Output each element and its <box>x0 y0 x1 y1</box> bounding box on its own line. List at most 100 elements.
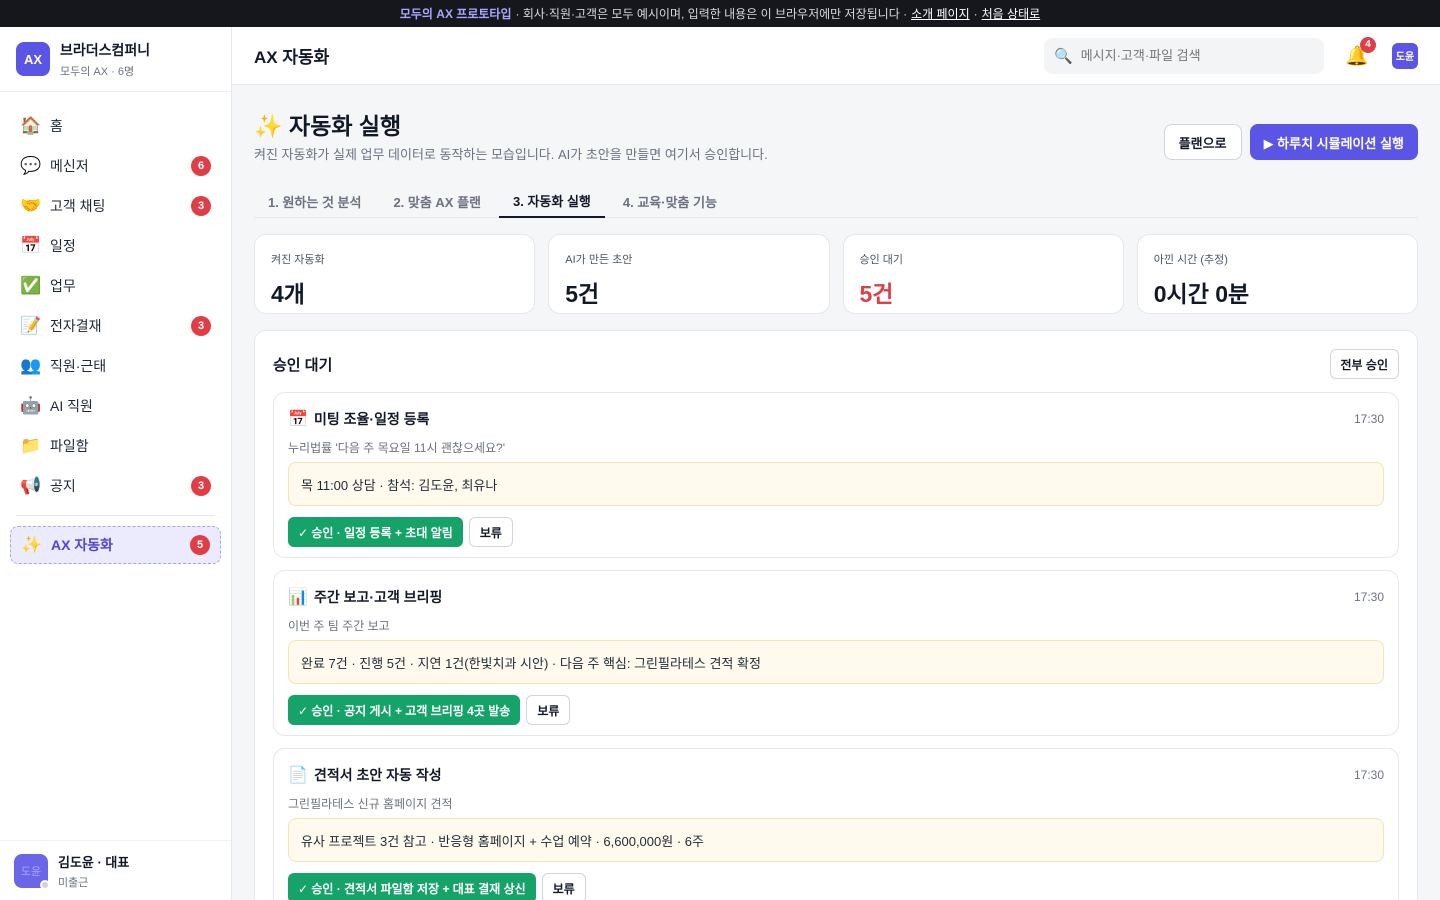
company-name: 브라더스컴퍼니 <box>60 41 151 58</box>
ai-draft: 목 11:00 상담 · 참석: 김도윤, 최유나 <box>288 462 1384 506</box>
profile-avatar[interactable]: 도윤 <box>1392 42 1418 69</box>
hold-button[interactable]: 보류 <box>541 873 586 900</box>
stat-card: 승인 대기 5건 <box>842 234 1124 314</box>
count-badge: 5 <box>190 535 210 555</box>
approve-all-button[interactable]: 전부 승인 <box>1329 349 1399 379</box>
approval-panel: 승인 대기 전부 승인 📅 미팅 조율·일정 등록 17:30 누리법률 '다음 주 … <box>254 330 1418 900</box>
top-bar: AX 자동화 🔍 🔔 4 도윤 <box>232 27 1440 85</box>
stat-card: AI가 만든 초안 5건 <box>548 234 830 314</box>
card-time: 17:30 <box>1353 412 1384 426</box>
sparkles-icon: ✨ <box>21 535 43 554</box>
card-header: 📊 주간 보고·고객 브리핑 17:30 <box>288 587 1384 607</box>
step-tab[interactable]: 4. 교육·맞춤 기능 <box>609 185 731 218</box>
memo-icon: 📝 <box>20 316 42 335</box>
speech-bubble-icon: 💬 <box>20 156 42 175</box>
avatar: 도윤 <box>14 853 50 890</box>
sidebar-item-label: AX 자동화 <box>51 537 113 553</box>
card-actions: ✓ 승인 · 일정 등록 + 초대 알림 보류 <box>288 517 1384 547</box>
card-title: 미팅 조율·일정 등록 <box>314 411 430 427</box>
banner-text: · 회사·직원·고객은 모두 예시이며, 입력한 내용은 이 브라우저에만 저장… <box>515 7 908 21</box>
avatar-initials: 도윤 <box>20 865 42 878</box>
banner-separator: · <box>973 6 978 21</box>
stat-label: 켜진 자동화 <box>271 254 325 266</box>
stat-label: AI가 만든 초안 <box>565 254 633 266</box>
approval-card: 📄 견적서 초안 자동 작성 17:30 그린필라테스 신규 홈페이지 견적 유사 프로… <box>273 748 1399 900</box>
card-source: 누리법률 '다음 주 목요일 11시 괜찮으세요?' <box>288 441 506 455</box>
ai-draft: 유사 프로젝트 3건 참고 · 반응형 홈페이지 + 수업 예약 · 6,600… <box>288 818 1384 862</box>
calendar-icon: 📅 <box>288 411 308 428</box>
sidebar-item[interactable]: ✅ 업무 <box>10 266 221 306</box>
folder-icon: 📁 <box>20 436 42 455</box>
robot-icon: 🤖 <box>20 396 42 415</box>
intro-page-link[interactable]: 소개 페이지 <box>911 5 970 22</box>
run-simulation-button[interactable]: ▶ 하루치 시뮬레이션 실행 <box>1249 124 1418 160</box>
approve-button[interactable]: ✓ 승인 · 견적서 파일함 저장 + 대표 결재 상신 <box>288 873 536 900</box>
user-name: 김도윤 · 대표 <box>58 854 130 870</box>
reset-state-link[interactable]: 처음 상태로 <box>982 5 1041 22</box>
page-actions: 플랜으로 ▶ 하루치 시뮬레이션 실행 <box>1163 124 1418 160</box>
sidebar-item[interactable]: 📝 전자결재 3 <box>10 306 221 346</box>
stats-row: 켜진 자동화 4개 AI가 만든 초안 5건 승인 대기 5건 아낀 시간 (추정) 0시간 … <box>254 234 1418 314</box>
step-tab[interactable]: 2. 맞춤 AX 플랜 <box>379 185 495 218</box>
search-box[interactable]: 🔍 <box>1044 37 1324 74</box>
page-subtitle: 켜진 자동화가 실제 업무 데이터로 동작하는 모습입니다. AI가 초안을 만… <box>254 147 768 162</box>
brand-logo: AX <box>16 42 50 76</box>
people-icon: 👥 <box>20 356 42 375</box>
card-source: 이번 주 팀 주간 보고 <box>288 619 390 633</box>
sidebar-item[interactable]: 🏠 홈 <box>10 106 221 146</box>
step-tab[interactable]: 1. 원하는 것 분석 <box>254 185 375 218</box>
search-icon: 🔍 <box>1054 47 1073 65</box>
page-title: ✨ 자동화 실행 <box>254 113 402 139</box>
stat-value: 5건 <box>565 281 600 307</box>
sidebar-item-label: 고객 채팅 <box>50 198 106 214</box>
sidebar-item-label: AI 직원 <box>50 398 93 414</box>
approve-button[interactable]: ✓ 승인 · 공지 게시 + 고객 브리핑 4곳 발송 <box>288 695 521 725</box>
sidebar: AX 브라더스컴퍼니 모두의 AX · 6명 🏠 홈 💬 메신저 6 🤝 고객 채팅 3 📅 일정… <box>0 27 232 900</box>
brand[interactable]: AX 브라더스컴퍼니 모두의 AX · 6명 <box>0 27 231 92</box>
search-input[interactable] <box>1080 48 1301 63</box>
hold-button[interactable]: 보류 <box>468 517 513 547</box>
sidebar-item-label: 메신저 <box>50 158 89 174</box>
card-actions: ✓ 승인 · 견적서 파일함 저장 + 대표 결재 상신 보류 <box>288 873 1384 900</box>
ai-draft: 완료 7건 · 진행 5건 · 지연 1건(한빛치과 시안) · 다음 주 핵심… <box>288 640 1384 684</box>
count-badge: 3 <box>191 316 211 336</box>
current-user[interactable]: 도윤 김도윤 · 대표 미출근 <box>0 840 231 900</box>
approve-button[interactable]: ✓ 승인 · 일정 등록 + 초대 알림 <box>288 517 463 547</box>
step-tab[interactable]: 3. 자동화 실행 <box>499 185 605 218</box>
handshake-icon: 🤝 <box>20 196 42 215</box>
approval-title: 승인 대기 <box>273 356 333 374</box>
sidebar-item[interactable]: 👥 직원·근태 <box>10 346 221 386</box>
card-time: 17:30 <box>1353 768 1384 782</box>
sidebar-item[interactable]: 💬 메신저 6 <box>10 146 221 186</box>
count-badge: 6 <box>191 156 211 176</box>
sidebar-item[interactable]: 📢 공지 3 <box>10 466 221 506</box>
presence-dot <box>40 879 50 890</box>
calendar-icon: 📅 <box>20 236 42 255</box>
to-plan-button[interactable]: 플랜으로 <box>1163 124 1242 160</box>
hold-button[interactable]: 보류 <box>526 695 571 725</box>
page-head: ✨ 자동화 실행 켜진 자동화가 실제 업무 데이터로 동작하는 모습입니다. … <box>254 85 1418 185</box>
company-sub: 모두의 AX · 6명 <box>60 65 135 78</box>
card-actions: ✓ 승인 · 공지 게시 + 고객 브리핑 4곳 발송 보류 <box>288 695 1384 725</box>
top-banner: 모두의 AX 프로토타입 · 회사·직원·고객은 모두 예시이며, 입력한 내용… <box>0 0 1440 27</box>
home-icon: 🏠 <box>20 116 42 135</box>
main-content: ✨ 자동화 실행 켜진 자동화가 실제 업무 데이터로 동작하는 모습입니다. … <box>232 85 1440 900</box>
sidebar-nav: 🏠 홈 💬 메신저 6 🤝 고객 채팅 3 📅 일정 ✅ 업무 📝 전자결재 3 👥 직원·근태 🤖 AI 직원 📁 파… <box>0 92 231 564</box>
document-icon: 📄 <box>288 767 308 784</box>
approval-card: 📅 미팅 조율·일정 등록 17:30 누리법률 '다음 주 목요일 11시 괜찮으세… <box>273 392 1399 558</box>
count-badge: 3 <box>191 196 211 216</box>
megaphone-icon: 📢 <box>20 476 42 495</box>
count-badge: 3 <box>191 476 211 496</box>
card-time: 17:30 <box>1353 590 1384 604</box>
sidebar-item[interactable]: 📁 파일함 <box>10 426 221 466</box>
sidebar-item[interactable]: 🤖 AI 직원 <box>10 386 221 426</box>
notification-badge: 4 <box>1360 36 1376 53</box>
sidebar-item-ax-automation[interactable]: ✨ AX 자동화 5 <box>10 526 221 564</box>
sidebar-item[interactable]: 📅 일정 <box>10 226 221 266</box>
notifications-button[interactable]: 🔔 4 <box>1344 36 1376 69</box>
stat-value: 4개 <box>271 281 305 307</box>
sidebar-item[interactable]: 🤝 고객 채팅 3 <box>10 186 221 226</box>
sidebar-item-label: 파일함 <box>50 438 89 454</box>
approval-card: 📊 주간 보고·고객 브리핑 17:30 이번 주 팀 주간 보고완료 7건 · 진행… <box>273 570 1399 736</box>
stat-card: 켜진 자동화 4개 <box>254 234 536 314</box>
